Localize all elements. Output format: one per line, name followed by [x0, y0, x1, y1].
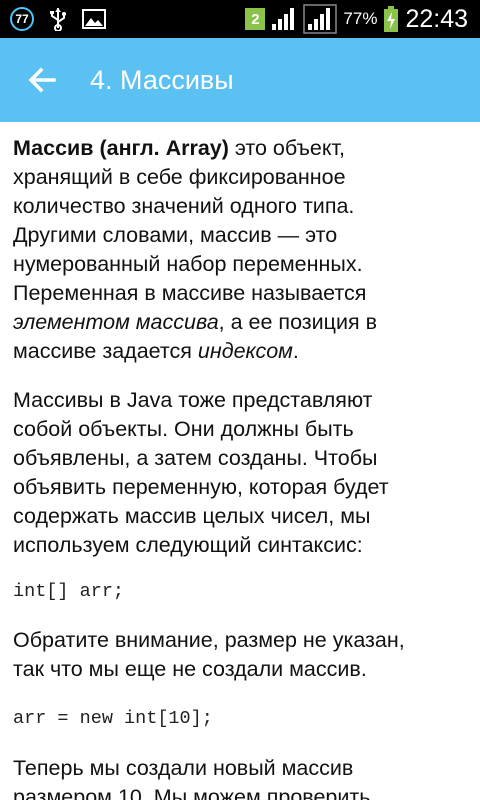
text: , а ее позиция в — [218, 310, 378, 334]
text: количество значений одного типа. — [13, 194, 355, 218]
text: Переменная в массиве называется — [13, 281, 367, 305]
notification-count-icon: 77 — [10, 7, 34, 31]
text: хранящий в себе фиксированное — [13, 165, 346, 189]
status-bar: 77 2 77% 22:43 — [0, 0, 480, 38]
text: размером 10. Мы можем проверить — [13, 785, 371, 800]
usb-icon — [50, 8, 66, 31]
arrow-back-icon — [28, 67, 56, 93]
text: собой объекты. Они должны быть — [13, 417, 354, 441]
text: массиве задается — [13, 339, 198, 363]
text: это объект, — [228, 136, 345, 160]
paragraph-java-arrays: Массивы в Java тоже представляют собой об… — [13, 386, 475, 560]
code-snippet-create: arr = new int[10]; — [13, 708, 213, 729]
battery-charging-icon — [384, 6, 399, 32]
text: объявить переменную, которая будет — [13, 475, 389, 499]
article-content[interactable]: Массив (англ. Array) это объект, хранящий… — [0, 122, 480, 800]
image-icon — [82, 9, 106, 29]
text: объявлены, а затем созданы. Чтобы — [13, 446, 378, 470]
signal-icon — [272, 8, 295, 30]
italic-term: элементом массива — [13, 310, 219, 334]
status-left-icons: 77 — [10, 5, 106, 33]
page-title: 4. Массивы — [90, 65, 234, 95]
clock: 22:43 — [405, 4, 468, 33]
text: Массивы в Java тоже представляют — [13, 388, 373, 412]
signal-icon-2 — [303, 4, 338, 34]
battery-percent: 77% — [343, 9, 378, 28]
text: Обратите внимание, размер не указан, — [13, 628, 405, 652]
text: Другими словами, массив — это — [13, 223, 338, 247]
term-bold: Массив (англ. Array) — [13, 136, 229, 160]
paragraph-size-note: Обратите внимание, размер не указан, так … — [13, 626, 475, 684]
italic-term: индексом — [197, 339, 293, 363]
text: Теперь мы создали новый массив — [13, 756, 354, 780]
text: . — [292, 339, 299, 363]
sim-badge: 2 — [245, 8, 266, 30]
code-snippet-declare: int[] arr; — [13, 581, 125, 602]
text: используем следующий синтаксис: — [13, 533, 363, 557]
back-button[interactable] — [24, 60, 64, 100]
paragraph-new-array: Теперь мы создали новый массив размером 1… — [13, 754, 475, 800]
app-bar: 4. Массивы — [0, 38, 480, 122]
text: содержать массив целых чисел, мы — [13, 504, 371, 528]
paragraph-definition: Массив (англ. Array) это объект, хранящий… — [13, 134, 475, 366]
status-right-icons: 2 77% 22:43 — [245, 4, 468, 34]
text: нумерованный набор переменных. — [13, 252, 363, 276]
text: так что мы еще не создали массив. — [13, 657, 367, 681]
